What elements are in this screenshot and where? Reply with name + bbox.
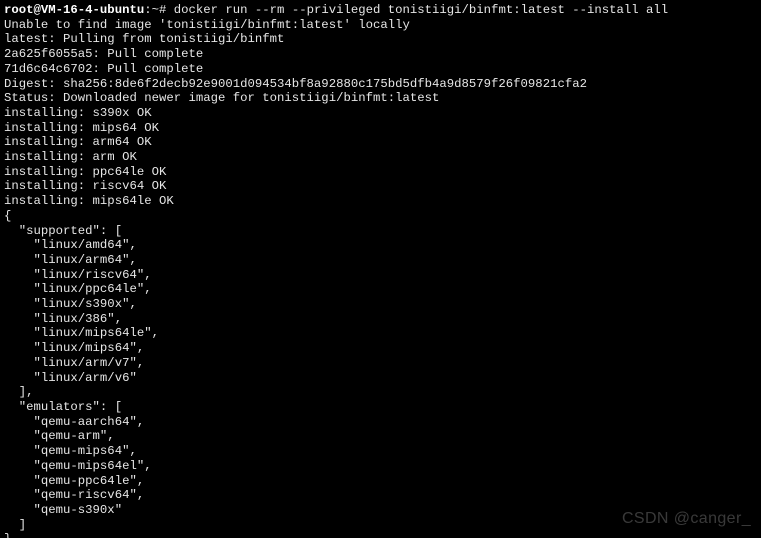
prompt-sep: :~# xyxy=(144,3,174,17)
out-line: installing: mips64 OK xyxy=(4,121,159,135)
out-line: 71d6c64c6702: Pull complete xyxy=(4,62,203,76)
json-line: "qemu-riscv64", xyxy=(4,488,144,502)
json-line: "qemu-arm", xyxy=(4,429,115,443)
out-line: installing: riscv64 OK xyxy=(4,179,166,193)
json-line: } xyxy=(4,532,11,538)
json-line: "linux/riscv64", xyxy=(4,268,152,282)
json-line: "linux/amd64", xyxy=(4,238,137,252)
json-line: "qemu-aarch64", xyxy=(4,415,144,429)
terminal-output[interactable]: root@VM-16-4-ubuntu:~# docker run --rm -… xyxy=(0,0,761,538)
out-line: installing: ppc64le OK xyxy=(4,165,166,179)
json-line: "qemu-mips64", xyxy=(4,444,137,458)
json-line: "linux/arm/v7", xyxy=(4,356,144,370)
out-line: Unable to find image 'tonistiigi/binfmt:… xyxy=(4,18,410,32)
json-line: "emulators": [ xyxy=(4,400,122,414)
json-line: { xyxy=(4,209,11,223)
json-line: "linux/ppc64le", xyxy=(4,282,152,296)
out-line: installing: arm64 OK xyxy=(4,135,152,149)
json-line: "qemu-s390x" xyxy=(4,503,122,517)
prompt-user: root@VM-16-4-ubuntu xyxy=(4,3,144,17)
out-line: installing: s390x OK xyxy=(4,106,152,120)
json-line: "linux/386", xyxy=(4,312,122,326)
out-line: installing: arm OK xyxy=(4,150,137,164)
json-line: ] xyxy=(4,518,26,532)
json-line: "linux/mips64le", xyxy=(4,326,159,340)
json-line: ], xyxy=(4,385,34,399)
out-line: 2a625f6055a5: Pull complete xyxy=(4,47,203,61)
out-line: latest: Pulling from tonistiigi/binfmt xyxy=(4,32,284,46)
out-line: installing: mips64le OK xyxy=(4,194,174,208)
out-line: Status: Downloaded newer image for tonis… xyxy=(4,91,439,105)
json-line: "qemu-ppc64le", xyxy=(4,474,144,488)
json-line: "linux/arm64", xyxy=(4,253,137,267)
out-line: Digest: sha256:8de6f2decb92e9001d094534b… xyxy=(4,77,587,91)
command-text: docker run --rm --privileged tonistiigi/… xyxy=(174,3,668,17)
json-line: "qemu-mips64el", xyxy=(4,459,152,473)
json-line: "linux/mips64", xyxy=(4,341,144,355)
json-line: "supported": [ xyxy=(4,224,122,238)
json-line: "linux/s390x", xyxy=(4,297,137,311)
json-line: "linux/arm/v6" xyxy=(4,371,137,385)
